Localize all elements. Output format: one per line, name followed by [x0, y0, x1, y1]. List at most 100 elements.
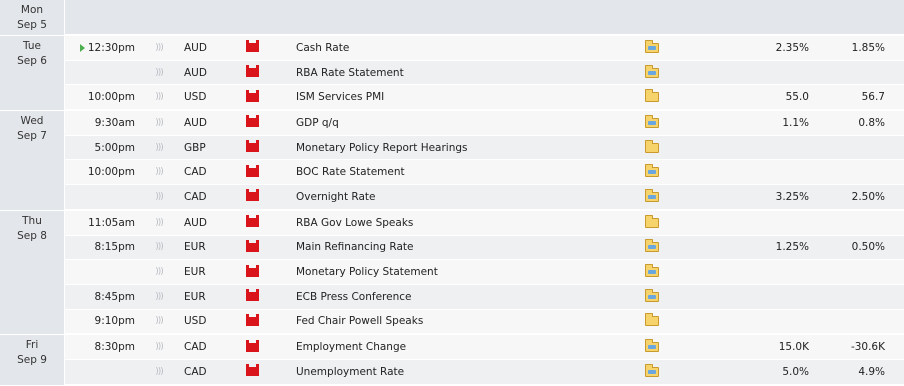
event-name[interactable]: ISM Services PMI [296, 85, 616, 109]
sound-icon[interactable]: ))) [154, 360, 164, 384]
day-group: Thu Sep 8 11:05am))) AUD RBA Gov Lowe Speaks… [0, 210, 904, 336]
folder-icon[interactable] [644, 111, 660, 135]
event-time [85, 185, 135, 209]
sound-icon[interactable]: ))) [154, 285, 164, 309]
currency-code: CAD [184, 166, 207, 179]
sound-icon[interactable]: ))) [154, 185, 164, 209]
event-row[interactable]: 9:30am))) AUD GDP q/q 1.1% 0.8% [65, 111, 904, 136]
folder-icon[interactable] [644, 185, 660, 209]
previous-value [825, 285, 885, 309]
sound-icon[interactable]: ))) [154, 160, 164, 184]
previous-value: 56.7 [861, 91, 885, 104]
event-name[interactable]: Monetary Policy Statement [296, 260, 616, 284]
previous-value [825, 260, 885, 284]
weekday-label: Tue [23, 40, 41, 52]
sound-icon[interactable]: ))) [154, 236, 164, 260]
folder-icon[interactable] [644, 36, 660, 60]
day-group: Wed Sep 7 9:30am))) AUD GDP q/q 1.1% 0.8% 5:00p… [0, 111, 904, 211]
high-impact-flag-icon [244, 61, 260, 85]
event-name[interactable]: GDP q/q [296, 111, 616, 135]
sound-icon[interactable]: ))) [154, 111, 164, 135]
date-label: Sep 9 [17, 354, 47, 367]
date-cell: Thu Sep 8 [0, 210, 65, 335]
event-name[interactable]: BOC Rate Statement [296, 160, 616, 184]
folder-icon[interactable] [644, 360, 660, 384]
high-impact-flag-icon [244, 160, 260, 184]
folder-icon[interactable] [644, 236, 660, 260]
currency-code: AUD [184, 216, 207, 229]
event-row[interactable]: 11:05am))) AUD RBA Gov Lowe Speaks [65, 210, 904, 236]
currency-code: AUD [184, 116, 207, 129]
folder-icon[interactable] [644, 335, 660, 359]
sound-icon[interactable]: ))) [154, 85, 164, 109]
sound-icon[interactable]: ))) [154, 211, 164, 235]
event-row[interactable]: ))) CAD Unemployment Rate 5.0% 4.9% [65, 359, 904, 385]
date-label: Sep 5 [17, 19, 47, 31]
folder-icon[interactable] [644, 61, 660, 85]
date-label: Sep 7 [17, 130, 47, 143]
event-row[interactable]: ))) EUR Monetary Policy Statement [65, 260, 904, 285]
event-name[interactable]: Unemployment Rate [296, 360, 616, 384]
folder-icon[interactable] [644, 285, 660, 309]
forecast-value: 55.0 [785, 91, 809, 104]
event-name[interactable]: Monetary Policy Report Hearings [296, 136, 616, 160]
sound-icon[interactable]: ))) [154, 310, 164, 334]
high-impact-flag-icon [244, 85, 260, 109]
sound-icon[interactable]: ))) [154, 61, 164, 85]
date-cell: Tue Sep 6 [0, 36, 65, 111]
folder-icon[interactable] [644, 85, 660, 109]
event-name[interactable]: Fed Chair Powell Speaks [296, 310, 616, 334]
event-row[interactable]: 8:15pm))) EUR Main Refinancing Rate 1.25% 0.… [65, 235, 904, 261]
sound-icon[interactable]: ))) [154, 36, 164, 60]
forecast-value [745, 211, 809, 235]
event-name[interactable]: Overnight Rate [296, 185, 616, 209]
event-row[interactable]: 5:00pm))) GBP Monetary Policy Report Heari… [65, 135, 904, 161]
event-name[interactable]: Employment Change [296, 335, 616, 359]
currency-code: CAD [184, 365, 207, 378]
high-impact-flag-icon [244, 360, 260, 384]
weekday-label: Mon [20, 4, 44, 16]
event-row[interactable]: 8:45pm))) EUR ECB Press Conference [65, 284, 904, 310]
forecast-value [745, 310, 809, 334]
currency-code: USD [184, 315, 207, 328]
event-row[interactable]: ))) CAD Overnight Rate 3.25% 2.50% [65, 185, 904, 210]
folder-icon[interactable] [644, 260, 660, 284]
event-time [85, 360, 135, 384]
folder-icon[interactable] [644, 136, 660, 160]
previous-value [825, 160, 885, 184]
event-row[interactable]: 8:30pm))) CAD Employment Change 15.0K -30.6K [65, 335, 904, 360]
event-name[interactable]: RBA Rate Statement [296, 61, 616, 85]
event-name[interactable]: Cash Rate [296, 36, 616, 60]
high-impact-flag-icon [244, 211, 260, 235]
event-time: 12:30pm [87, 41, 135, 54]
event-row[interactable]: 9:10pm))) USD Fed Chair Powell Speaks [65, 309, 904, 335]
date-cell: Mon Sep 5 [0, 0, 65, 35]
forecast-value: 2.35% [775, 41, 809, 54]
weekday-label: Wed [20, 115, 44, 128]
sound-icon[interactable]: ))) [154, 136, 164, 160]
event-row[interactable]: 12:30pm))) AUD Cash Rate 2.35% 1.85% [65, 36, 904, 61]
event-time: 8:15pm [94, 241, 135, 254]
currency-code: EUR [184, 290, 206, 303]
event-name[interactable]: RBA Gov Lowe Speaks [296, 211, 616, 235]
sound-icon[interactable]: ))) [154, 260, 164, 284]
event-name[interactable]: ECB Press Conference [296, 285, 616, 309]
day-group: Mon Sep 5 [0, 0, 904, 36]
folder-icon[interactable] [644, 310, 660, 334]
currency-code: GBP [184, 141, 206, 154]
high-impact-flag-icon [244, 236, 260, 260]
event-time [85, 61, 135, 85]
forecast-value [745, 136, 809, 160]
event-row[interactable]: 10:00pm))) CAD BOC Rate Statement [65, 160, 904, 186]
previous-value: 0.50% [851, 241, 885, 254]
event-time: 5:00pm [94, 141, 135, 154]
folder-icon[interactable] [644, 160, 660, 184]
event-name[interactable]: Main Refinancing Rate [296, 236, 616, 260]
currency-code: EUR [184, 266, 206, 279]
event-row[interactable]: ))) AUD RBA Rate Statement [65, 60, 904, 86]
date-cell: Wed Sep 7 [0, 111, 65, 210]
sound-icon[interactable]: ))) [154, 335, 164, 359]
event-row[interactable]: 10:00pm))) USD ISM Services PMI 55.0 56.7 [65, 85, 904, 111]
event-time: 11:05am [88, 216, 135, 229]
folder-icon[interactable] [644, 211, 660, 235]
